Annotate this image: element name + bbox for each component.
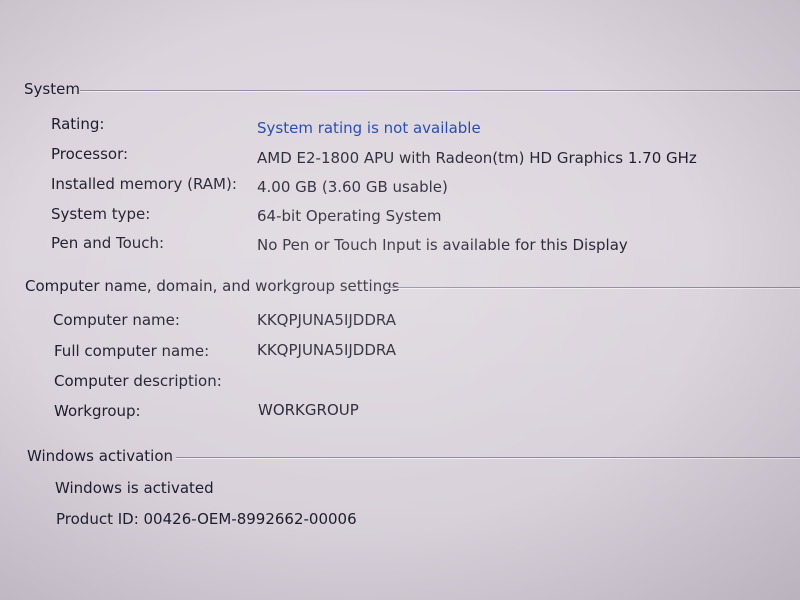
section-divider [388,287,800,289]
computer-name-label: Computer name: [53,311,180,329]
section-divider [80,90,800,92]
computer-description-label: Computer description: [54,372,222,390]
section-heading-system: System [24,80,80,98]
pen-touch-value: No Pen or Touch Input is available for t… [257,236,628,254]
section-heading-windows-activation: Windows activation [27,447,174,465]
installed-memory-label: Installed memory (RAM): [51,175,237,193]
workgroup-label: Workgroup: [54,402,141,420]
pen-touch-label: Pen and Touch: [51,234,165,252]
activation-status: Windows is activated [55,479,214,497]
system-rating-link[interactable]: System rating is not available [257,119,481,137]
full-computer-name-value: KKQPJUNA5IJDDRA [257,341,396,359]
system-properties-panel: System Rating: System rating is not avai… [0,0,800,600]
product-id: Product ID: 00426-OEM-8992662-00006 [56,510,357,528]
system-type-value: 64-bit Operating System [257,207,442,225]
processor-label: Processor: [51,145,129,163]
section-divider [176,457,800,459]
system-type-label: System type: [51,205,151,223]
full-computer-name-label: Full computer name: [54,342,210,360]
installed-memory-value: 4.00 GB (3.60 GB usable) [257,178,448,196]
processor-value: AMD E2-1800 APU with Radeon(tm) HD Graph… [257,149,697,167]
workgroup-value: WORKGROUP [258,401,359,419]
section-heading-computer-name: Computer name, domain, and workgroup set… [25,277,400,295]
rating-label: Rating: [51,115,105,133]
computer-name-value: KKQPJUNA5IJDDRA [257,311,396,329]
